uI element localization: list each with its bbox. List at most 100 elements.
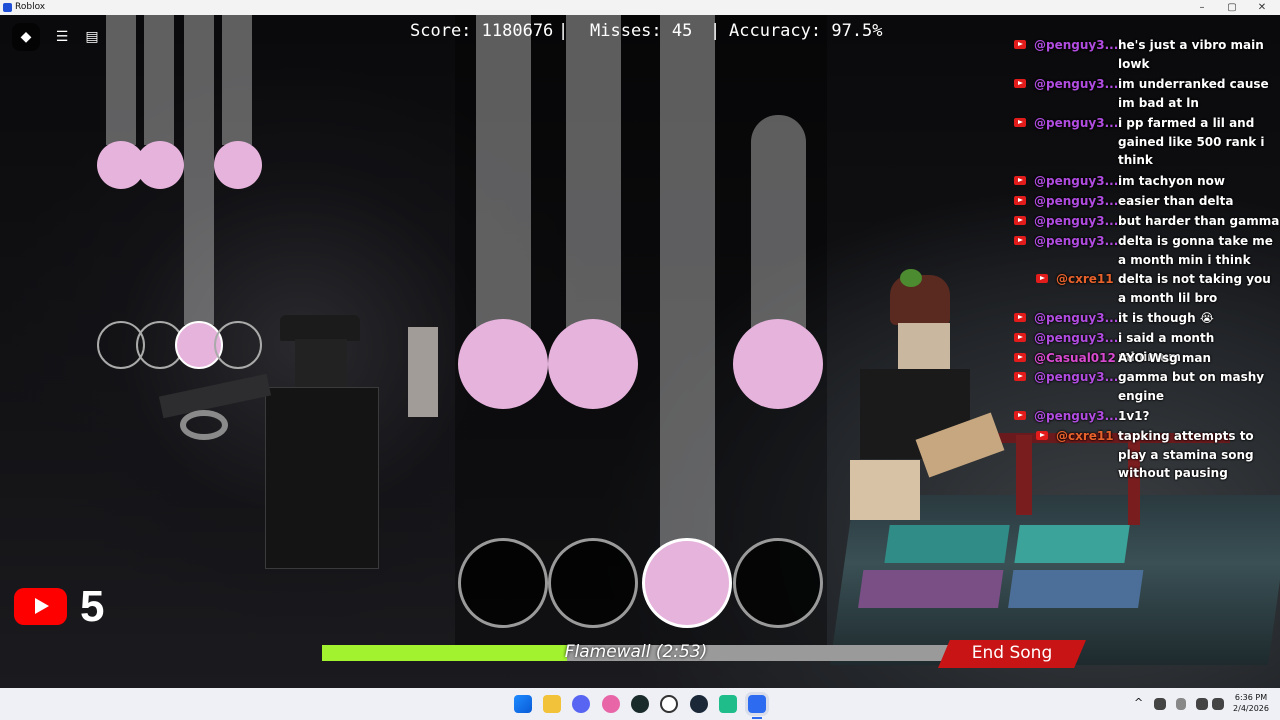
hold-lane-2 bbox=[566, 15, 621, 345]
receptor-lane-2[interactable] bbox=[548, 538, 638, 628]
youtube-chat-icon bbox=[1014, 333, 1026, 342]
chat-text: but harder than gamma bbox=[1118, 214, 1280, 228]
misses-text: Misses: 45 bbox=[590, 21, 693, 41]
chat-username: @penguy3... bbox=[1034, 409, 1119, 423]
mini-note-2 bbox=[136, 141, 184, 189]
chat-text: easier than delta bbox=[1118, 194, 1234, 208]
receptor-lane-3[interactable] bbox=[642, 538, 732, 628]
youtube-chat-icon bbox=[1014, 79, 1026, 88]
youtube-chat-icon bbox=[1014, 176, 1026, 185]
avatar-left-arm bbox=[408, 327, 438, 417]
youtube-chat-icon bbox=[1036, 431, 1048, 440]
roblox-logo-icon[interactable]: ◆ bbox=[12, 23, 40, 51]
avatar-right bbox=[850, 269, 1030, 535]
window-title-bar: Roblox – ▢ ✕ bbox=[0, 0, 1280, 15]
roblox-app-icon bbox=[3, 3, 12, 12]
youtube-chat-icon bbox=[1014, 196, 1026, 205]
end-song-button[interactable]: End Song bbox=[938, 640, 1086, 668]
youtube-chat-icon bbox=[1014, 353, 1026, 362]
taskbar-clock[interactable]: 6:36 PM 2/4/2026 bbox=[1226, 692, 1276, 714]
active-app-indicator bbox=[752, 717, 762, 719]
chat-text: tapking attempts to play a stamina song … bbox=[1118, 429, 1254, 480]
song-progress-bar: Flamewall (2:53) bbox=[322, 642, 950, 662]
mini-hold-lane-4 bbox=[222, 15, 252, 145]
chat-text: delta is not taking you a month lil bro bbox=[1118, 272, 1271, 305]
youtube-chat-icon bbox=[1014, 216, 1026, 225]
windows-start-icon[interactable] bbox=[514, 695, 532, 713]
youtube-chat-icon bbox=[1014, 372, 1026, 381]
roblox-menu-bar: ◆ ☰ ▤ bbox=[12, 23, 108, 53]
clock-date: 2/4/2026 bbox=[1233, 704, 1269, 713]
chat-username: @cxre11 bbox=[1056, 429, 1114, 443]
youtube-chat-icon bbox=[1036, 274, 1048, 283]
microphone-icon[interactable] bbox=[1176, 698, 1186, 710]
chat-username: @cxre11 bbox=[1056, 272, 1114, 286]
youtube-chat-icon bbox=[1014, 313, 1026, 322]
hold-lane-4 bbox=[751, 115, 806, 345]
end-song-label: End Song bbox=[971, 643, 1053, 663]
song-title: Flamewall (2:53) bbox=[564, 642, 708, 662]
receptor-lane-4[interactable] bbox=[733, 538, 823, 628]
roblox-icon[interactable] bbox=[748, 695, 766, 713]
chat-text: he's just a vibro main lowk bbox=[1118, 38, 1264, 71]
discord-tray-icon[interactable] bbox=[1154, 698, 1166, 710]
clock-time: 6:36 PM bbox=[1234, 693, 1268, 702]
mini-hold-lane-2 bbox=[144, 15, 174, 145]
note-lane-4 bbox=[733, 319, 823, 409]
chat-text: it is though 😭 bbox=[1118, 311, 1214, 325]
chat-username: @penguy3... bbox=[1034, 331, 1119, 345]
chat-bubble-icon[interactable]: ▤ bbox=[78, 23, 106, 51]
score-text: Score: 1180676 bbox=[410, 21, 554, 41]
discord-icon[interactable] bbox=[572, 695, 590, 713]
window-title: Roblox bbox=[15, 2, 46, 12]
stats-separator: | bbox=[558, 21, 569, 41]
avatar-left bbox=[158, 315, 400, 575]
accuracy-text: Accuracy: 97.5% bbox=[729, 21, 883, 41]
chat-username: @penguy3... bbox=[1034, 370, 1119, 384]
hold-lane-1 bbox=[476, 15, 531, 345]
maximize-button[interactable]: ▢ bbox=[1216, 0, 1248, 15]
chat-username: @penguy3... bbox=[1034, 194, 1119, 208]
roblox-studio-icon[interactable] bbox=[719, 695, 737, 713]
steam-icon[interactable] bbox=[690, 695, 708, 713]
youtube-chat-icon bbox=[1014, 236, 1026, 245]
youtube-chat-icon bbox=[1014, 40, 1026, 49]
hold-lane-3 bbox=[660, 15, 715, 555]
chat-text: 1v1? bbox=[1118, 409, 1150, 423]
chat-text: im tachyon now bbox=[1118, 174, 1225, 188]
chat-username: @penguy3... bbox=[1034, 116, 1119, 130]
youtube-chat-icon bbox=[1014, 411, 1026, 420]
hamburger-icon[interactable]: ☰ bbox=[48, 23, 76, 51]
close-button[interactable]: ✕ bbox=[1246, 0, 1278, 15]
osu-icon[interactable] bbox=[602, 695, 620, 713]
app-circle-icon[interactable] bbox=[631, 695, 649, 713]
chat-text: delta is gonna take me a month min i thi… bbox=[1118, 234, 1273, 267]
network-icon[interactable] bbox=[1196, 698, 1208, 710]
file-explorer-icon[interactable] bbox=[543, 695, 561, 713]
mini-note-3 bbox=[214, 141, 262, 189]
windows-taskbar: ^ 6:36 PM 2/4/2026 bbox=[0, 688, 1280, 720]
chat-username: @penguy3... bbox=[1034, 38, 1119, 52]
chat-username: @penguy3... bbox=[1034, 234, 1119, 248]
volume-icon[interactable] bbox=[1212, 698, 1224, 710]
chat-username: @Casual012 bbox=[1034, 351, 1116, 365]
youtube-chat-icon bbox=[1014, 118, 1026, 127]
youtube-count: 5 bbox=[80, 582, 105, 631]
chrome-icon[interactable] bbox=[660, 695, 678, 713]
chat-username: @penguy3... bbox=[1034, 174, 1119, 188]
stats-separator: | bbox=[710, 21, 721, 41]
mini-hold-lane-1 bbox=[106, 15, 136, 145]
minimize-button[interactable]: – bbox=[1186, 0, 1218, 15]
chat-username: @penguy3... bbox=[1034, 214, 1119, 228]
note-lane-2 bbox=[548, 319, 638, 409]
chat-username: @penguy3... bbox=[1034, 77, 1119, 91]
youtube-logo-icon bbox=[14, 588, 67, 625]
note-lane-1 bbox=[458, 319, 548, 409]
receptor-lane-1[interactable] bbox=[458, 538, 548, 628]
chat-username: @penguy3... bbox=[1034, 311, 1119, 325]
chat-text: AYO Wsg man bbox=[1118, 351, 1212, 365]
tray-overflow-icon[interactable]: ^ bbox=[1134, 696, 1143, 709]
chat-text: i pp farmed a lil and gained like 500 ra… bbox=[1118, 116, 1265, 167]
chat-text: im underranked cause im bad at ln bbox=[1118, 77, 1269, 110]
mini-hold-lane-3 bbox=[184, 15, 214, 325]
